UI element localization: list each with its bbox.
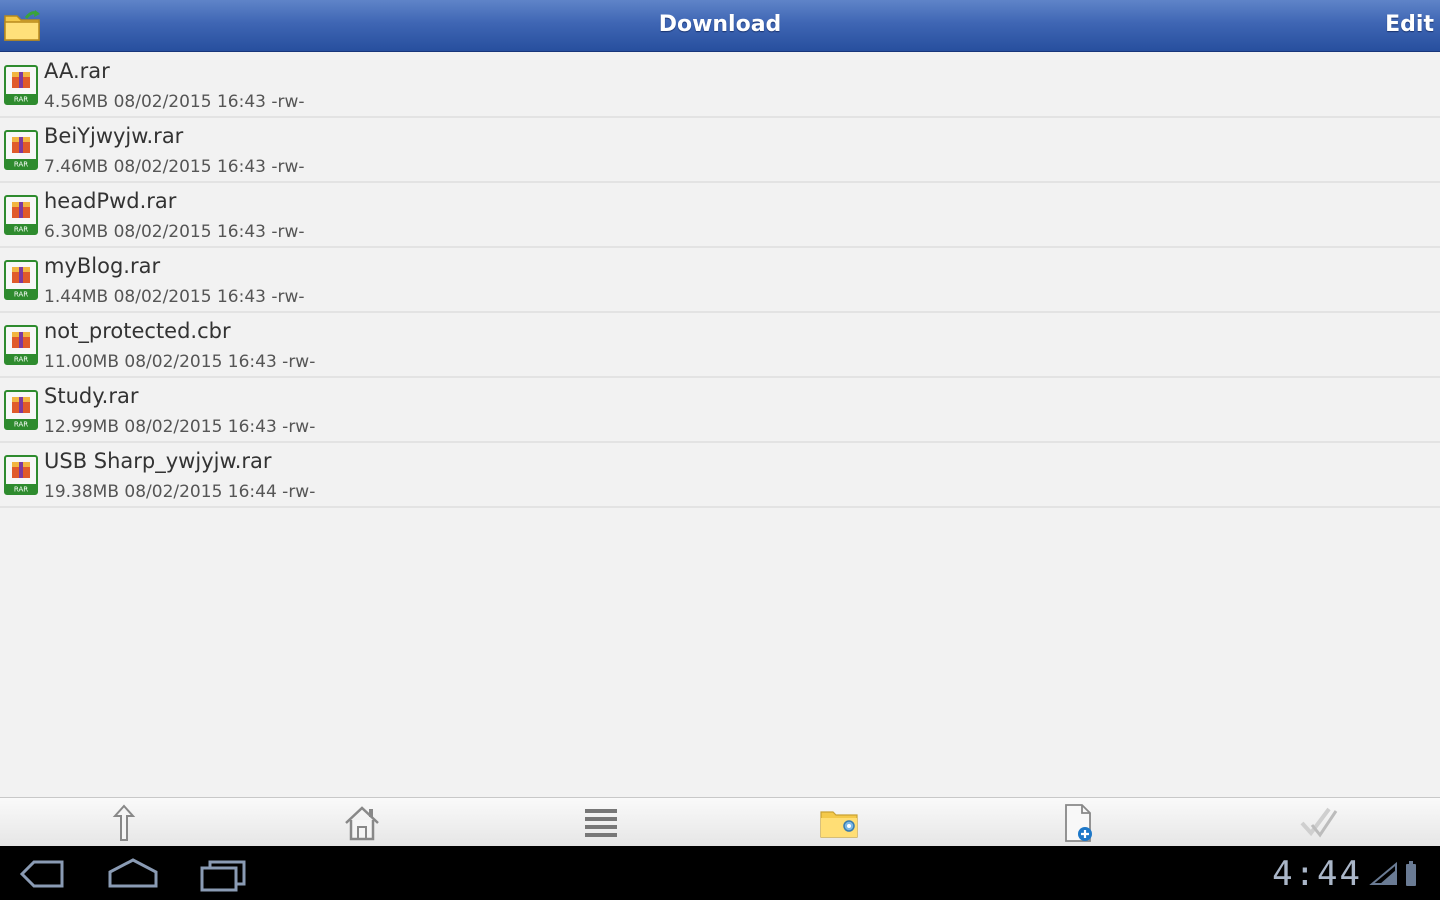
- file-name: BeiYjwyjw.rar: [44, 124, 184, 148]
- svg-text:RAR: RAR: [14, 356, 28, 364]
- rar-archive-icon: RAR: [3, 455, 39, 495]
- file-meta: 19.38MB 08/02/2015 16:44 -rw-: [44, 482, 316, 502]
- file-meta: 12.99MB 08/02/2015 16:43 -rw-: [44, 417, 316, 437]
- title-bar: Download Edit: [0, 0, 1440, 52]
- checkmark-icon[interactable]: [1288, 800, 1348, 846]
- edit-button[interactable]: Edit: [1385, 12, 1434, 37]
- up-arrow-icon[interactable]: [94, 800, 154, 846]
- rar-archive-icon: RAR: [3, 390, 39, 430]
- rar-archive-icon: RAR: [3, 260, 39, 300]
- svg-text:RAR: RAR: [14, 161, 28, 169]
- rar-archive-icon: RAR: [3, 325, 39, 365]
- file-name: myBlog.rar: [44, 254, 161, 278]
- file-name: Study.rar: [44, 384, 139, 408]
- clock: 4:44: [1272, 854, 1362, 894]
- svg-text:RAR: RAR: [14, 421, 28, 429]
- rar-archive-icon: RAR: [3, 65, 39, 105]
- status-icons: [1366, 858, 1426, 890]
- page-title: Download: [658, 12, 782, 37]
- file-row[interactable]: RAR USB Sharp_ywjyjw.rar 19.38MB 08/02/2…: [0, 443, 1440, 508]
- system-nav-bar: 4:44: [0, 846, 1440, 900]
- file-row[interactable]: RAR AA.rar 4.56MB 08/02/2015 16:43 -rw-: [0, 53, 1440, 118]
- svg-text:RAR: RAR: [14, 96, 28, 104]
- back-icon[interactable]: [18, 854, 78, 894]
- file-row[interactable]: RAR Study.rar 12.99MB 08/02/2015 16:43 -…: [0, 378, 1440, 443]
- list-icon[interactable]: [571, 800, 631, 846]
- file-name: not_protected.cbr: [44, 319, 231, 343]
- file-meta: 6.30MB 08/02/2015 16:43 -rw-: [44, 222, 305, 242]
- file-list: RAR AA.rar 4.56MB 08/02/2015 16:43 -rw- …: [0, 53, 1440, 508]
- file-meta: 4.56MB 08/02/2015 16:43 -rw-: [44, 92, 305, 112]
- rar-archive-icon: RAR: [3, 195, 39, 235]
- bottom-toolbar: [0, 797, 1440, 846]
- svg-text:RAR: RAR: [14, 486, 28, 494]
- system-home-icon[interactable]: [106, 854, 166, 894]
- file-name: USB Sharp_ywjyjw.rar: [44, 449, 272, 473]
- file-name: headPwd.rar: [44, 189, 177, 213]
- folder-settings-icon[interactable]: [809, 800, 869, 846]
- file-name: AA.rar: [44, 59, 110, 83]
- file-row[interactable]: RAR myBlog.rar 1.44MB 08/02/2015 16:43 -…: [0, 248, 1440, 313]
- recent-apps-icon[interactable]: [196, 854, 256, 894]
- home-icon[interactable]: [332, 800, 392, 846]
- file-row[interactable]: RAR BeiYjwyjw.rar 7.46MB 08/02/2015 16:4…: [0, 118, 1440, 183]
- new-file-icon[interactable]: [1048, 800, 1108, 846]
- rar-archive-icon: RAR: [3, 130, 39, 170]
- file-row[interactable]: RAR headPwd.rar 6.30MB 08/02/2015 16:43 …: [0, 183, 1440, 248]
- file-meta: 11.00MB 08/02/2015 16:43 -rw-: [44, 352, 316, 372]
- svg-text:RAR: RAR: [14, 226, 28, 234]
- svg-text:RAR: RAR: [14, 291, 28, 299]
- file-meta: 1.44MB 08/02/2015 16:43 -rw-: [44, 287, 305, 307]
- file-meta: 7.46MB 08/02/2015 16:43 -rw-: [44, 157, 305, 177]
- file-row[interactable]: RAR not_protected.cbr 11.00MB 08/02/2015…: [0, 313, 1440, 378]
